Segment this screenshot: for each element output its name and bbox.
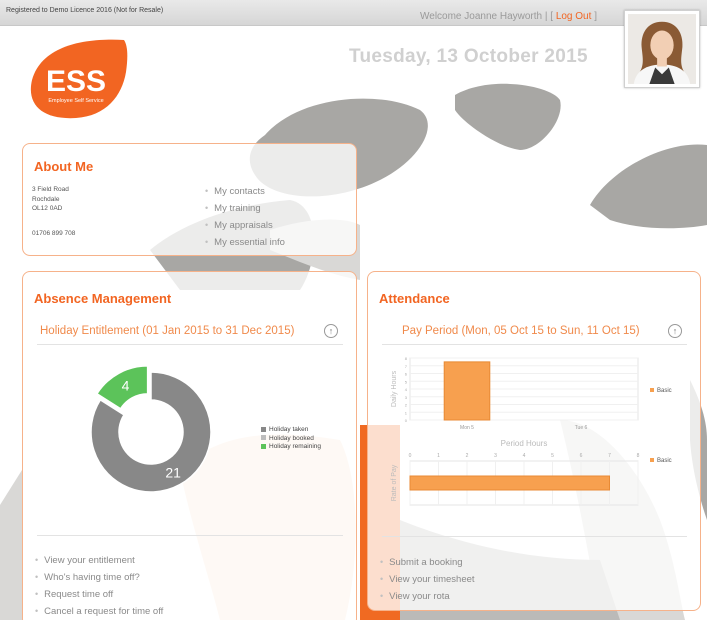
link-submit-booking[interactable]: Submit a booking [380, 554, 475, 571]
x-tick-label: Mon 5 [460, 425, 474, 431]
x-tick-label: 6 [580, 453, 583, 459]
registration-notice: Registered to Demo Licence 2016 (Not for… [6, 7, 164, 14]
divider [37, 344, 343, 345]
period-hours-bar [409, 475, 610, 491]
daily-hours-bar [443, 361, 491, 421]
legend-label: Holiday taken [269, 426, 309, 433]
legend-swatch [261, 426, 266, 432]
welcome-suffix: ] [594, 11, 597, 22]
legend-item: Holiday taken [261, 426, 321, 435]
legend-item: Holiday booked [261, 435, 321, 444]
y-axis-label: Daily Hours [391, 370, 398, 407]
link-my-essential-info[interactable]: My essential info [205, 234, 285, 251]
logout-link[interactable]: Log Out [556, 11, 592, 22]
legend-swatch [650, 458, 654, 462]
holiday-entitlement-subtitle: Holiday Entitlement (01 Jan 2015 to 31 D… [40, 325, 295, 337]
attendance-collapse-button[interactable]: ↑ [668, 324, 682, 338]
user-photo-icon [628, 14, 696, 84]
phone-number: 01706 899 708 [32, 230, 76, 237]
top-bar: Registered to Demo Licence 2016 (Not for… [0, 0, 707, 26]
y-tick-label: 1 [405, 410, 408, 415]
pay-period-subtitle: Pay Period (Mon, 05 Oct 15 to Sun, 11 Oc… [402, 325, 640, 337]
y-tick-label: 0 [405, 418, 408, 423]
link-whos-off[interactable]: Who's having time off? [35, 569, 163, 586]
welcome-message: Welcome Joanne Hayworth | [ Log Out ] [420, 11, 597, 22]
link-cancel-request[interactable]: Cancel a request for time off [35, 603, 163, 620]
ess-logo: ESS Employee Self Service [28, 36, 130, 122]
address-block: 3 Field Road Rochdale OL12 0AD [32, 185, 69, 214]
y-tick-label: 6 [405, 372, 408, 377]
user-avatar[interactable] [624, 10, 700, 88]
legend-swatch [261, 443, 266, 449]
attendance-title: Attendance [379, 291, 450, 306]
page-date: Tuesday, 13 October 2015 [349, 46, 588, 67]
x-tick-label: 7 [608, 453, 611, 459]
legend-item: Holiday remaining [261, 443, 321, 452]
holiday-donut-chart: 21 4 [81, 362, 221, 493]
about-me-title: About Me [34, 159, 94, 174]
legend-label: Basic [657, 388, 672, 394]
x-tick-label: 0 [409, 453, 412, 459]
about-links: My contacts My training My appraisals My… [205, 183, 285, 251]
link-my-contacts[interactable]: My contacts [205, 183, 285, 200]
link-view-entitlement[interactable]: View your entitlement [35, 552, 163, 569]
link-request-time-off[interactable]: Request time off [35, 586, 163, 603]
holiday-legend: Holiday taken Holiday booked Holiday rem… [261, 426, 321, 452]
y-tick-label: 7 [405, 364, 408, 369]
absence-links: View your entitlement Who's having time … [35, 552, 163, 620]
logo-text: ESS [46, 65, 106, 98]
welcome-prefix: Welcome Joanne Hayworth | [ [420, 11, 554, 22]
x-tick-label: 8 [637, 453, 640, 459]
attendance-links: Submit a booking View your timesheet Vie… [380, 554, 475, 605]
x-tick-label: 1 [437, 453, 440, 459]
address-line-2: Rochdale [32, 195, 60, 203]
x-tick-label: 4 [523, 453, 526, 459]
link-my-training[interactable]: My training [205, 200, 285, 217]
absence-title: Absence Management [34, 291, 172, 306]
legend-swatch [650, 388, 654, 392]
x-tick-label: Tue 6 [575, 425, 588, 431]
address-line-1: 3 Field Road [32, 186, 69, 193]
link-view-rota[interactable]: View your rota [380, 588, 475, 605]
y-tick-label: 2 [405, 403, 408, 408]
y-tick-label: 8 [405, 356, 408, 361]
y-axis-label: Rate of Pay [391, 464, 398, 501]
legend-label: Holiday remaining [269, 443, 322, 450]
divider [37, 535, 343, 536]
legend-label: Basic [657, 458, 672, 464]
attendance-charts: 0 1 2 3 4 5 6 7 8 Daily Hours Mon 5 Tue 6 Basic Perio… [378, 350, 698, 526]
y-tick-label: 5 [405, 379, 408, 384]
donut-data-label: 21 [165, 464, 181, 480]
address-line-3: OL12 0AD [32, 205, 63, 212]
donut-data-label: 4 [122, 378, 130, 394]
legend-label: Holiday booked [269, 434, 314, 442]
about-me-panel: About Me 3 Field Road Rochdale OL12 0AD … [22, 143, 357, 256]
link-view-timesheet[interactable]: View your timesheet [380, 571, 474, 588]
x-tick-label: 5 [551, 453, 554, 459]
divider [382, 536, 687, 537]
x-tick-label: 2 [466, 453, 469, 459]
absence-collapse-button[interactable]: ↑ [324, 324, 338, 338]
absence-management-panel: Absence Management Holiday Entitlement (… [22, 271, 357, 620]
x-axis-label: Period Hours [501, 439, 548, 448]
link-my-appraisals[interactable]: My appraisals [205, 217, 285, 234]
y-tick-label: 4 [405, 387, 408, 392]
y-tick-label: 3 [405, 395, 408, 400]
x-tick-label: 3 [494, 453, 497, 459]
divider [382, 344, 687, 345]
logo-tagline: Employee Self Service [48, 98, 103, 104]
attendance-panel: Attendance Pay Period (Mon, 05 Oct 15 to… [367, 271, 701, 611]
legend-swatch [261, 435, 266, 441]
